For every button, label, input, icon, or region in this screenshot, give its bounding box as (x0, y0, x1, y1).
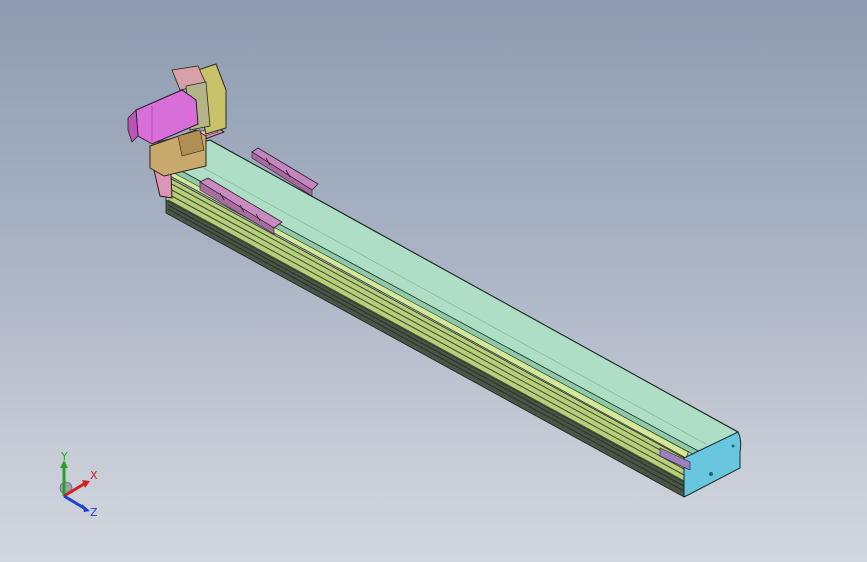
triad-z-label: Z (90, 506, 98, 519)
graphics-viewport[interactable]: Y X Z (0, 0, 867, 562)
rail-body[interactable] (165, 175, 685, 498)
linear-actuator-model[interactable] (0, 0, 867, 562)
axis-triad: Y X Z (59, 450, 98, 519)
triad-y-label: Y (60, 450, 68, 463)
z-axis-arrow-icon (63, 494, 90, 512)
triad-x-label: X (90, 469, 98, 482)
top-cover[interactable] (171, 139, 740, 459)
